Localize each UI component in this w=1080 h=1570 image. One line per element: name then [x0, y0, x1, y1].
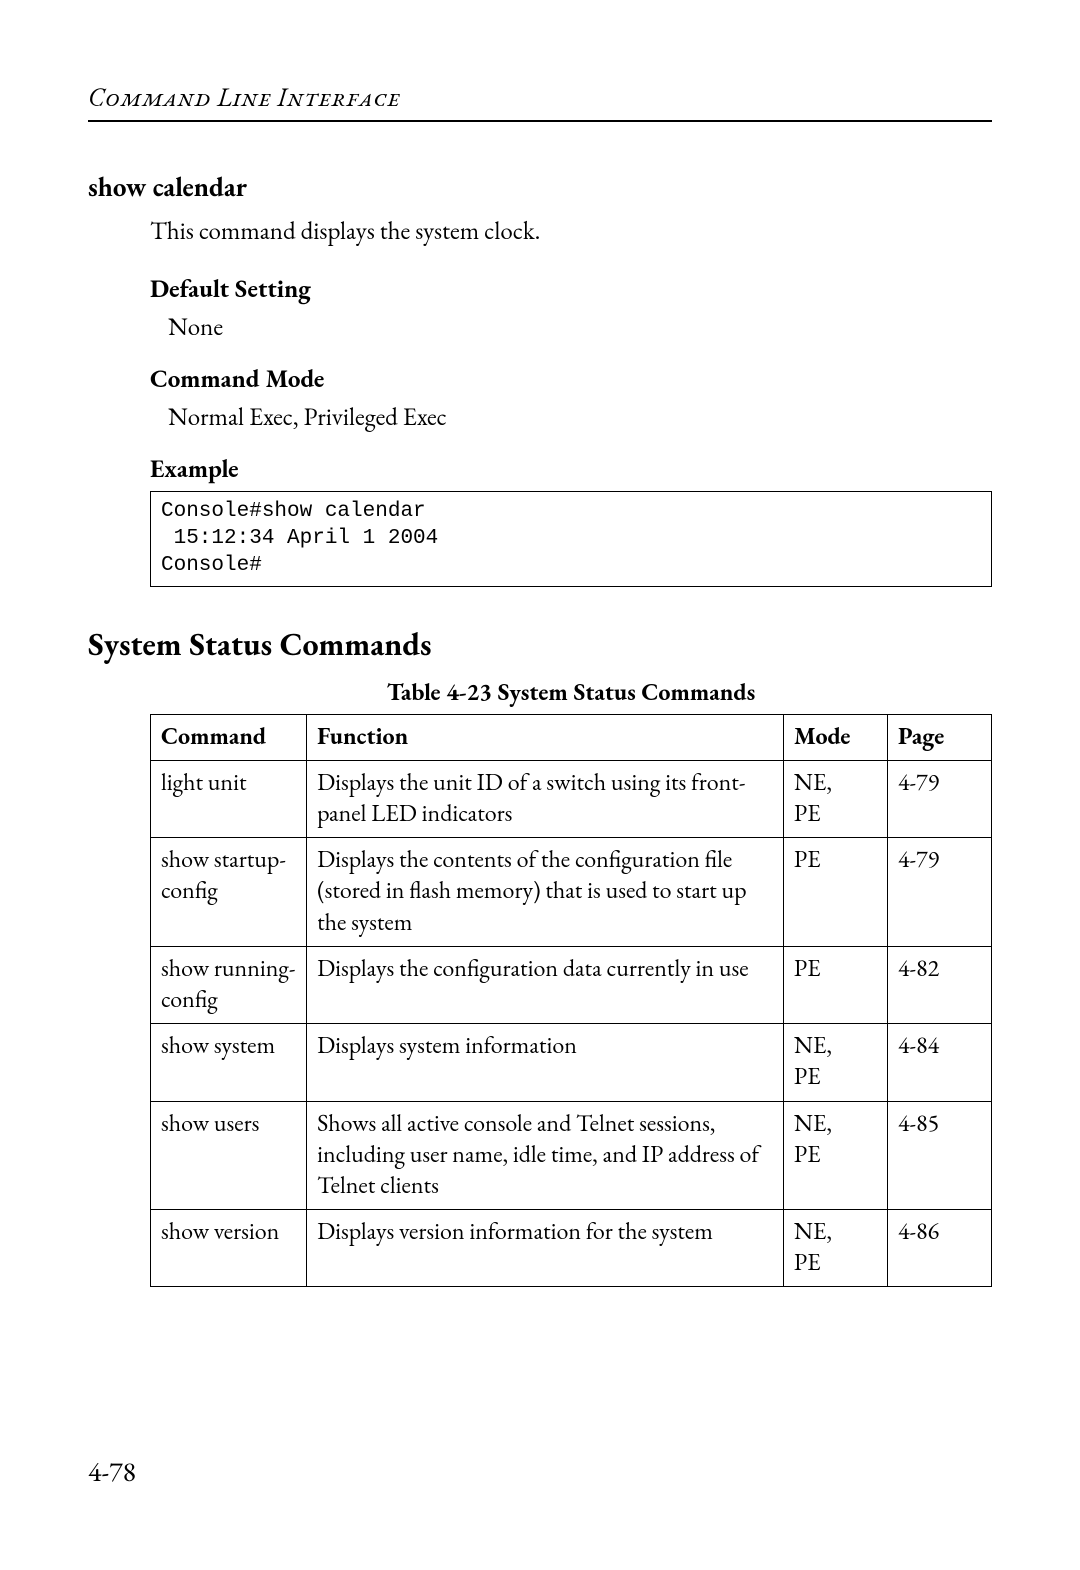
cell-page: 4-82 — [887, 946, 991, 1023]
cell-command: show running-config — [151, 946, 307, 1023]
cell-mode: PE — [783, 946, 887, 1023]
cell-command: show system — [151, 1024, 307, 1101]
command-mode-label: Command Mode — [150, 363, 992, 395]
command-intro: This command displays the system clock. — [150, 215, 992, 249]
table-row: show version Displays version informatio… — [151, 1210, 992, 1287]
cell-page: 4-86 — [887, 1210, 991, 1287]
table-row: show running-config Displays the configu… — [151, 946, 992, 1023]
command-heading-show-calendar: show calendar — [88, 170, 992, 205]
section-heading-system-status: System Status Commands — [88, 623, 992, 665]
cell-command: light unit — [151, 760, 307, 837]
cell-mode: NE, PE — [783, 1210, 887, 1287]
example-code: Console#show calendar 15:12:34 April 1 2… — [150, 491, 992, 587]
cell-command: show version — [151, 1210, 307, 1287]
cell-function: Displays the unit ID of a switch using i… — [307, 760, 784, 837]
cell-page: 4-85 — [887, 1101, 991, 1210]
col-header-page: Page — [887, 714, 991, 760]
cell-command: show startup-config — [151, 838, 307, 947]
cell-function: Displays system information — [307, 1024, 784, 1101]
cell-function: Shows all active console and Telnet sess… — [307, 1101, 784, 1210]
table-row: light unit Displays the unit ID of a swi… — [151, 760, 992, 837]
table-caption: Table 4-23 System Status Commands — [150, 677, 992, 708]
page: Command Line Interface show calendar Thi… — [0, 0, 1080, 1570]
cell-page: 4-79 — [887, 838, 991, 947]
default-setting-label: Default Setting — [150, 273, 992, 305]
cell-function: Displays version information for the sys… — [307, 1210, 784, 1287]
cell-function: Displays the configuration data currentl… — [307, 946, 784, 1023]
cell-page: 4-79 — [887, 760, 991, 837]
col-header-command: Command — [151, 714, 307, 760]
system-status-table: Command Function Mode Page light unit Di… — [150, 714, 992, 1288]
cell-mode: NE, PE — [783, 1024, 887, 1101]
running-header: Command Line Interface — [88, 80, 992, 114]
table-row: show startup-config Displays the content… — [151, 838, 992, 947]
table-row: show system Displays system information … — [151, 1024, 992, 1101]
table-row: show users Shows all active console and … — [151, 1101, 992, 1210]
col-header-function: Function — [307, 714, 784, 760]
table-header-row: Command Function Mode Page — [151, 714, 992, 760]
cell-page: 4-84 — [887, 1024, 991, 1101]
cell-mode: NE, PE — [783, 760, 887, 837]
cell-mode: NE, PE — [783, 1101, 887, 1210]
cell-command: show users — [151, 1101, 307, 1210]
example-label: Example — [150, 453, 992, 485]
default-setting-value: None — [168, 311, 992, 343]
cell-function: Displays the contents of the configurati… — [307, 838, 784, 947]
command-mode-value: Normal Exec, Privileged Exec — [168, 401, 992, 433]
col-header-mode: Mode — [783, 714, 887, 760]
header-rule — [88, 120, 992, 122]
page-number: 4-78 — [88, 1454, 136, 1490]
cell-mode: PE — [783, 838, 887, 947]
